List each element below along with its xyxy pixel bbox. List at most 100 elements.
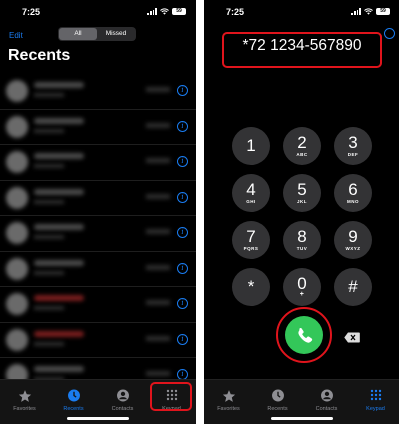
caller-name-blurred — [34, 188, 84, 195]
keypad-screen: 7:25 59 *72 1234-567890 1 2 ABC 3 DEF 4 GHI 5 JK… — [204, 0, 399, 424]
list-item[interactable]: i — [0, 181, 196, 216]
tab-keypad[interactable]: Keypad — [351, 380, 399, 424]
key-5[interactable]: 5 JKL — [283, 174, 321, 212]
recents-list: iiiiiiiii — [0, 74, 196, 394]
list-item[interactable]: i — [0, 74, 196, 110]
call-time-blurred — [146, 335, 170, 341]
call-time-blurred — [146, 193, 170, 199]
info-icon[interactable]: i — [177, 262, 188, 274]
caller-name-blurred — [34, 366, 84, 372]
battery-icon: 59 — [376, 8, 390, 15]
key-digit: 5 — [297, 180, 307, 199]
key-digit: # — [348, 277, 358, 296]
info-icon[interactable]: i — [177, 156, 188, 167]
key-letters: PQRS — [243, 246, 259, 251]
segment-missed[interactable]: Missed — [97, 28, 135, 40]
list-item[interactable]: i — [0, 110, 196, 145]
key-letters: MNO — [347, 199, 359, 204]
signal-icon — [351, 8, 361, 15]
tab-favorites[interactable]: Favorites — [204, 380, 253, 424]
home-indicator — [67, 417, 129, 420]
key-1[interactable]: 1 — [232, 127, 270, 165]
battery-icon: 59 — [172, 8, 186, 15]
key-digit: 8 — [297, 227, 307, 246]
list-item[interactable]: i — [0, 145, 196, 181]
clock-icon — [271, 389, 284, 402]
key-6[interactable]: 6 MNO — [334, 174, 372, 212]
key-digit: 1 — [246, 136, 256, 155]
list-item[interactable]: i — [0, 323, 196, 358]
info-icon[interactable]: i — [177, 191, 188, 203]
tab-label: Favorites — [217, 406, 240, 412]
avatar — [6, 328, 28, 351]
call-type-blurred — [34, 164, 64, 168]
avatar — [6, 293, 28, 315]
avatar — [6, 115, 28, 138]
signal-icon — [147, 8, 157, 15]
list-item[interactable]: i — [0, 287, 196, 323]
key-star[interactable]: * — [232, 268, 270, 306]
filter-segmented-control: All Missed — [58, 27, 136, 41]
clock-icon — [67, 389, 80, 402]
call-type-blurred — [34, 128, 64, 133]
backspace-icon[interactable] — [344, 332, 360, 343]
call-time-blurred — [146, 229, 170, 234]
add-contact-icon[interactable] — [384, 28, 395, 39]
tab-label: Contacts — [315, 406, 338, 412]
call-type-blurred — [34, 306, 64, 310]
info-icon[interactable]: i — [177, 227, 188, 238]
key-digit: 6 — [348, 180, 358, 199]
info-icon[interactable]: i — [177, 120, 188, 132]
keypad-icon — [370, 389, 381, 401]
call-time-blurred — [146, 371, 170, 376]
key-letters: TUV — [296, 246, 308, 251]
tab-favorites[interactable]: Favorites — [0, 380, 49, 424]
key-3[interactable]: 3 DEF — [334, 127, 372, 165]
star-icon — [222, 390, 235, 402]
key-digit: 3 — [348, 133, 358, 152]
call-time-blurred — [146, 158, 170, 163]
number-highlight — [222, 32, 382, 68]
key-digit: 9 — [348, 227, 358, 246]
key-digit: 0 — [297, 274, 307, 293]
wifi-icon — [160, 8, 169, 15]
caller-name-blurred — [34, 82, 84, 88]
caller-name-blurred — [34, 295, 84, 301]
key-4[interactable]: 4 GHI — [232, 174, 270, 212]
avatar — [6, 151, 28, 173]
tab-label: Favorites — [13, 406, 36, 412]
key-0[interactable]: 0 + — [283, 268, 321, 306]
status-time: 7:25 — [22, 7, 41, 17]
caller-name-blurred — [34, 330, 84, 337]
list-item[interactable]: i — [0, 216, 196, 252]
call-type-blurred — [34, 341, 64, 346]
info-icon[interactable]: i — [177, 85, 188, 96]
call-time-blurred — [146, 264, 170, 270]
key-letters: DEF — [347, 152, 359, 157]
page-title: Recents — [8, 47, 71, 64]
recents-screen: 7:25 59 Edit All Missed Recents i i i i i i i i… — [0, 0, 196, 424]
key-letters: JKL — [296, 199, 307, 204]
avatar — [6, 257, 28, 280]
home-indicator — [271, 417, 333, 420]
key-digit: * — [247, 277, 255, 296]
call-type-blurred — [34, 93, 64, 97]
key-9[interactable]: 9 WXYZ — [334, 221, 372, 259]
person-icon — [116, 389, 129, 402]
tab-label: Keypad — [366, 406, 385, 412]
edit-button[interactable]: Edit — [9, 31, 23, 40]
list-item[interactable]: i — [0, 252, 196, 287]
call-time-blurred — [146, 87, 170, 92]
star-icon — [18, 390, 31, 402]
key-hash[interactable]: # — [334, 268, 372, 306]
key-2[interactable]: 2 ABC — [283, 127, 321, 165]
segment-all[interactable]: All — [59, 28, 97, 40]
caller-name-blurred — [34, 259, 84, 266]
info-icon[interactable]: i — [177, 333, 188, 345]
key-letters: + — [299, 291, 305, 298]
info-icon[interactable]: i — [177, 298, 188, 309]
person-icon — [320, 389, 333, 402]
key-8[interactable]: 8 TUV — [283, 221, 321, 259]
key-letters: WXYZ — [345, 246, 361, 251]
key-7[interactable]: 7 PQRS — [232, 221, 270, 259]
